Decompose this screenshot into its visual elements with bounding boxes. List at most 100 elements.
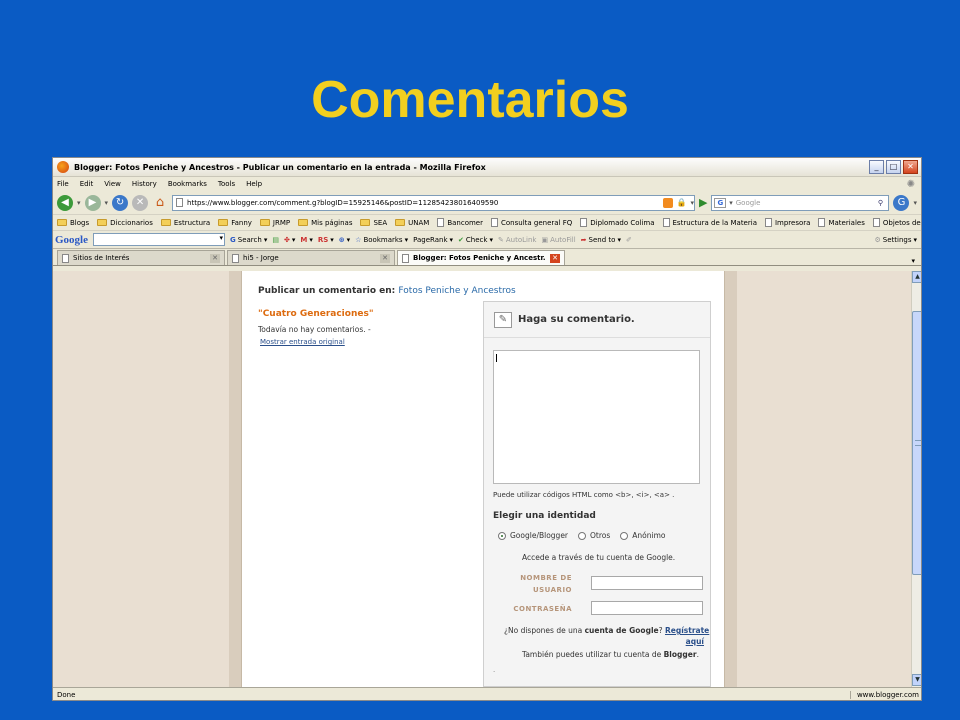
rss-feed-icon[interactable] bbox=[662, 197, 673, 208]
tab-close-icon[interactable]: ✕ bbox=[380, 253, 390, 263]
menu-tools[interactable]: Tools bbox=[218, 180, 235, 188]
title-bar: Blogger: Fotos Peniche y Ancestros - Pub… bbox=[53, 158, 921, 177]
google-search-input[interactable] bbox=[93, 233, 225, 246]
minimize-button[interactable]: _ bbox=[869, 160, 884, 174]
tab-list-icon[interactable]: ▾ bbox=[911, 257, 915, 265]
tab-bar: Sitios de Interés ✕ hi5 - Jorge ✕ Blogge… bbox=[53, 249, 921, 266]
scroll-down-icon[interactable]: ▼ bbox=[912, 674, 921, 686]
bookmark-sea[interactable]: SEA bbox=[360, 219, 387, 227]
blog-name-link[interactable]: Fotos Peniche y Ancestros bbox=[398, 286, 515, 296]
highlight-button[interactable]: ✐ bbox=[626, 236, 632, 244]
gmail-button[interactable]: M ▾ bbox=[300, 236, 312, 244]
scroll-up-icon[interactable]: ▲ bbox=[912, 271, 921, 283]
search-input[interactable]: Google bbox=[736, 199, 870, 207]
url-bar[interactable]: https://www.blogger.com/comment.g?blogID… bbox=[172, 194, 696, 211]
form-icon: ▣ bbox=[541, 235, 549, 244]
html-allowed-note: Puede utilizar códigos HTML como <b>, <i… bbox=[493, 491, 675, 499]
back-icon[interactable]: ◀ bbox=[57, 194, 73, 211]
autolink-button[interactable]: ✎ AutoLink bbox=[498, 236, 536, 244]
folder-icon bbox=[57, 219, 67, 226]
register-here-link[interactable]: aquí bbox=[686, 637, 704, 646]
bookmark-materiales[interactable]: Materiales bbox=[818, 218, 865, 227]
send-icon: ➦ bbox=[580, 235, 587, 244]
bookmark-blogs[interactable]: Blogs bbox=[57, 219, 89, 227]
reload-icon[interactable]: ↻ bbox=[112, 194, 129, 211]
menu-history[interactable]: History bbox=[132, 180, 157, 188]
comment-textarea[interactable] bbox=[493, 350, 700, 484]
menu-help[interactable]: Help bbox=[246, 180, 262, 188]
forward-icon[interactable]: ▶ bbox=[84, 194, 101, 211]
bookmark-mis-paginas[interactable]: Mis páginas bbox=[298, 219, 352, 227]
comment-form: ✎ Haga su comentario. Puede utilizar cód… bbox=[483, 301, 711, 687]
identity-options: Google/Blogger Otros Anónimo bbox=[498, 531, 666, 540]
show-original-post-link[interactable]: Mostrar entrada original bbox=[260, 338, 345, 346]
bookmark-fanny[interactable]: Fanny bbox=[218, 219, 252, 227]
radio-selected-icon[interactable] bbox=[498, 531, 506, 540]
spell-check-button[interactable]: ✔ Check ▾ bbox=[458, 236, 493, 244]
lock-icon[interactable]: 🔒 bbox=[677, 198, 687, 207]
news-button[interactable]: ▤ bbox=[272, 236, 279, 244]
scroll-thumb[interactable] bbox=[912, 311, 921, 575]
bookmarks-button[interactable]: ☆ Bookmarks ▾ bbox=[355, 236, 408, 244]
go-icon[interactable]: ▶ bbox=[699, 196, 707, 209]
home-icon[interactable]: ⌂ bbox=[152, 195, 168, 211]
register-link[interactable]: Regístrate bbox=[665, 626, 709, 635]
bookmark-impresora[interactable]: Impresora bbox=[764, 218, 810, 227]
username-field[interactable] bbox=[591, 576, 703, 590]
search-box[interactable]: G ▾ Google ⚲ bbox=[711, 194, 890, 211]
password-field[interactable] bbox=[591, 601, 703, 615]
bookmark-objetos-de-aprendizaje[interactable]: Objetos de Aprendizaje bbox=[872, 218, 921, 227]
comment-form-header: ✎ Haga su comentario. bbox=[484, 302, 710, 338]
tab-hi5-jorge[interactable]: hi5 - Jorge ✕ bbox=[227, 250, 395, 265]
google-toolbar-icon[interactable]: G bbox=[893, 194, 910, 211]
bookmark-estructura-de-la-materia[interactable]: Estructura de la Materia bbox=[662, 218, 757, 227]
bookmark-diccionarios[interactable]: Diccionarios bbox=[97, 219, 153, 227]
rss-button[interactable]: RS ▾ bbox=[318, 236, 334, 244]
search-engine-dropdown-icon[interactable]: ▾ bbox=[729, 199, 733, 207]
no-google-account-text: ¿No dispones de una cuenta de Google? Re… bbox=[504, 626, 710, 646]
menu-edit[interactable]: Edit bbox=[80, 180, 94, 188]
puzzle-icon: ✤ bbox=[283, 235, 290, 244]
google-logo[interactable]: Google bbox=[55, 234, 88, 246]
autofill-button[interactable]: ▣ AutoFill bbox=[541, 236, 575, 244]
bookmark-diplomado-colima[interactable]: Diplomado Colima bbox=[580, 218, 655, 227]
identity-otros[interactable]: Otros bbox=[578, 531, 610, 540]
comment-page: Publicar un comentario en: Fotos Peniche… bbox=[241, 271, 725, 687]
send-to-button[interactable]: ➦ Send to ▾ bbox=[581, 236, 621, 244]
share-button[interactable]: ⊛ ▾ bbox=[339, 236, 350, 244]
back-history-dropdown-icon[interactable]: ▾ bbox=[77, 199, 81, 207]
puzzle-button[interactable]: ✤ ▾ bbox=[284, 236, 295, 244]
maximize-button[interactable]: □ bbox=[886, 160, 901, 174]
identity-anonimo[interactable]: Anónimo bbox=[620, 531, 666, 540]
google-search-button[interactable]: G Search ▾ bbox=[230, 236, 267, 244]
radio-icon[interactable] bbox=[578, 531, 587, 540]
forward-history-dropdown-icon[interactable]: ▾ bbox=[105, 199, 109, 207]
pagerank-indicator[interactable]: PageRank ▾ bbox=[413, 236, 453, 244]
close-button[interactable]: ✕ bbox=[903, 160, 918, 174]
stop-icon[interactable]: ✕ bbox=[132, 194, 149, 211]
page-icon bbox=[872, 218, 880, 227]
bookmark-estructura[interactable]: Estructura bbox=[160, 219, 210, 227]
menu-bookmarks[interactable]: Bookmarks bbox=[168, 180, 207, 188]
menu-file[interactable]: File bbox=[57, 180, 69, 188]
search-icon[interactable]: ⚲ bbox=[872, 199, 888, 207]
folder-icon bbox=[395, 219, 406, 226]
tab-blogger[interactable]: Blogger: Fotos Peniche y Ancestr... ✕ bbox=[397, 250, 565, 265]
bookmark-jrmp[interactable]: JRMP bbox=[259, 219, 290, 227]
vertical-scrollbar[interactable]: ▲ ▼ bbox=[911, 271, 921, 687]
url-text[interactable]: https://www.blogger.com/comment.g?blogID… bbox=[187, 199, 659, 207]
identity-google-blogger[interactable]: Google/Blogger bbox=[498, 531, 568, 540]
tab-close-icon[interactable]: ✕ bbox=[550, 253, 560, 263]
url-dropdown-icon[interactable]: ▾ bbox=[691, 199, 695, 207]
bookmark-unam[interactable]: UNAM bbox=[395, 219, 429, 227]
radio-icon[interactable] bbox=[620, 531, 629, 540]
bookmark-consulta-general-fq[interactable]: Consulta general FQ bbox=[491, 218, 572, 227]
bookmark-bancomer[interactable]: Bancomer bbox=[437, 218, 483, 227]
search-engine-icon[interactable]: G bbox=[714, 197, 727, 208]
form-dot: . bbox=[493, 666, 496, 674]
tab-sitios-de-interes[interactable]: Sitios de Interés ✕ bbox=[57, 250, 225, 265]
toolbar-dropdown-icon[interactable]: ▾ bbox=[913, 199, 917, 207]
tab-close-icon[interactable]: ✕ bbox=[210, 253, 220, 263]
google-settings-button[interactable]: ⚙ Settings ▾ bbox=[874, 236, 917, 244]
menu-view[interactable]: View bbox=[104, 180, 121, 188]
